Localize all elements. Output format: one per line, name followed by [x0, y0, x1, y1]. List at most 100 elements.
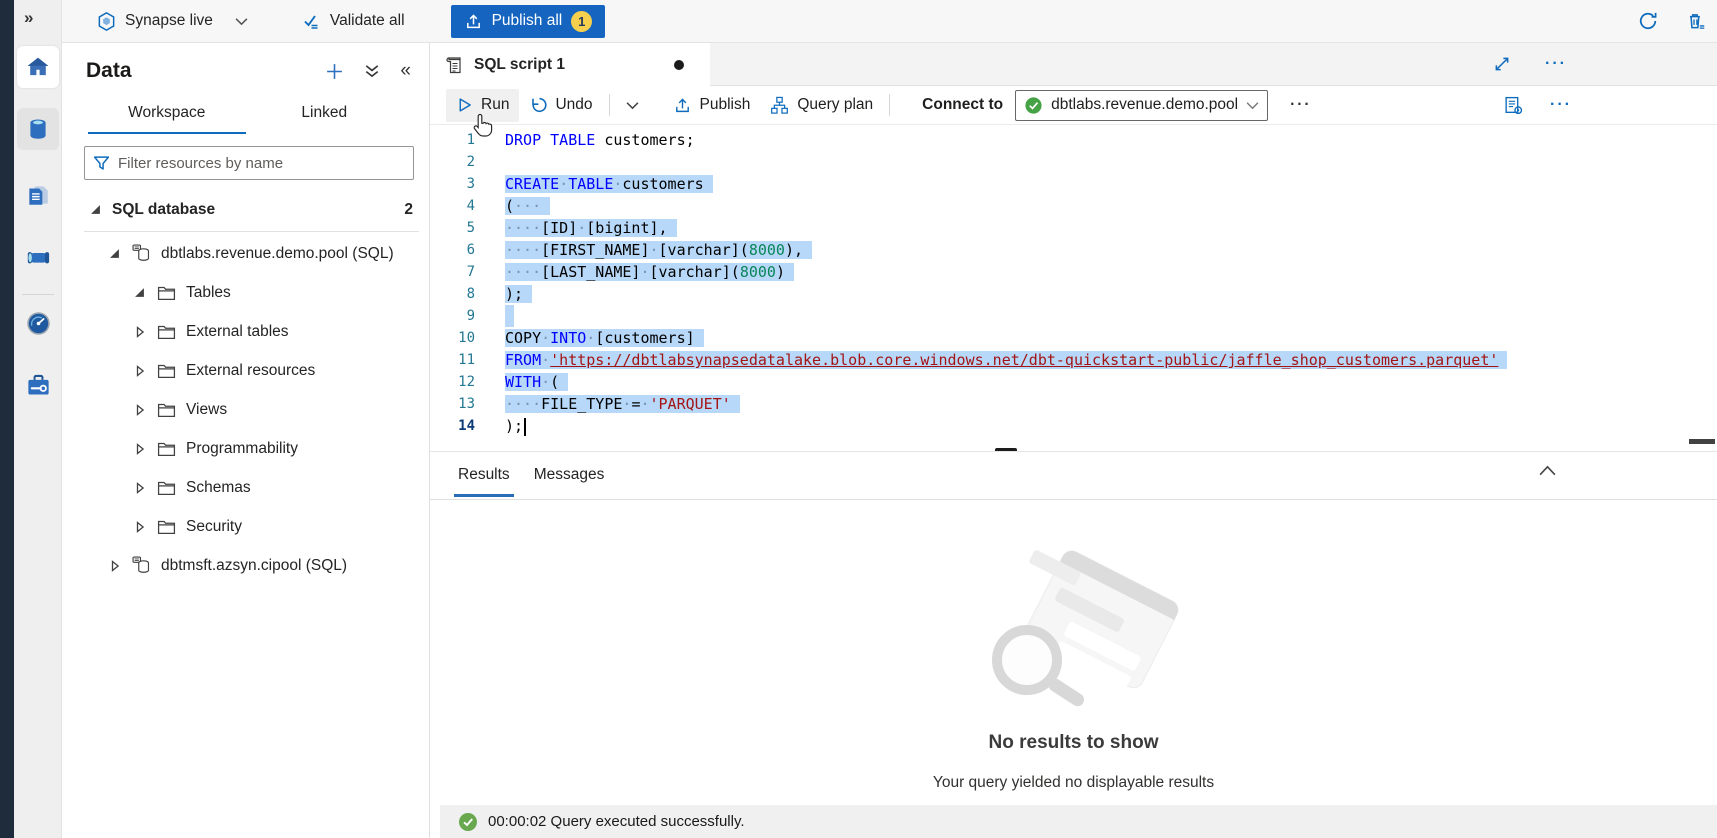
data-explorer-panel: Data « Workspace Linked SQL database2dbt… [62, 43, 430, 838]
results-tab-bar: Results Messages [430, 452, 1717, 500]
query-plan-button[interactable]: Query plan [760, 89, 883, 122]
develop-icon [25, 182, 51, 208]
connect-to-label: Connect to [922, 96, 1003, 114]
expand-all-icon[interactable] [364, 63, 380, 79]
editor-toolbar: Run Undo Publish [430, 86, 1717, 125]
line-number: 2 [430, 151, 505, 173]
tab-title: SQL script 1 [474, 56, 565, 74]
environment-selector[interactable]: Synapse live [96, 11, 248, 32]
expand-arrow-icon[interactable] [132, 443, 146, 455]
collapse-results-icon[interactable] [1538, 464, 1557, 477]
code-line-14[interactable]: 14); [430, 415, 1717, 437]
tree-item-security[interactable]: Security [62, 507, 429, 546]
line-content: COPY·INTO·[customers] [505, 327, 704, 349]
tab-sql-script-1[interactable]: SQL script 1 [430, 43, 710, 86]
sidebar-item-monitor[interactable] [17, 302, 59, 344]
code-line-5[interactable]: 5····[ID]·[bigint], [430, 217, 1717, 239]
expand-editor-icon[interactable] [1493, 55, 1511, 73]
publish-button[interactable]: Publish [663, 89, 761, 122]
folder-icon [156, 441, 176, 457]
refresh-icon[interactable] [1637, 10, 1659, 32]
tab-results[interactable]: Results [454, 454, 514, 497]
folder-icon [156, 324, 176, 340]
code-line-4[interactable]: 4(··· [430, 195, 1717, 217]
sql-code-editor[interactable]: 1DROP TABLE customers;23CREATE·TABLE·cus… [430, 125, 1717, 452]
tree-item-external-resources[interactable]: External resources [62, 351, 429, 390]
tree-item-views[interactable]: Views [62, 390, 429, 429]
code-line-1[interactable]: 1DROP TABLE customers; [430, 129, 1717, 151]
expand-arrow-icon[interactable] [132, 404, 146, 416]
sql-script-icon [444, 54, 464, 76]
collapse-panel-icon[interactable]: « [400, 60, 411, 82]
sidebar-item-integrate[interactable] [17, 236, 59, 278]
code-line-3[interactable]: 3CREATE·TABLE·customers [430, 173, 1717, 195]
tree-item-dbtmsft-azsyn-cipool-sql[interactable]: dbtmsft.azsyn.cipool (SQL) [62, 546, 429, 585]
line-number: 5 [430, 217, 505, 239]
run-options-chevron[interactable] [616, 89, 649, 122]
success-check-icon [458, 812, 478, 832]
tree-item-dbtlabs-revenue-demo-pool-sql[interactable]: dbtlabs.revenue.demo.pool (SQL) [62, 234, 429, 273]
code-line-13[interactable]: 13····FILE_TYPE·=·'PARQUET' [430, 393, 1717, 415]
line-number: 4 [430, 195, 505, 217]
code-line-6[interactable]: 6····[FIRST_NAME]·[varchar](8000), [430, 239, 1717, 261]
expand-arrow-icon[interactable] [132, 521, 146, 533]
tab-linked[interactable]: Linked [246, 95, 404, 134]
code-line-10[interactable]: 10COPY·INTO·[customers] [430, 327, 1717, 349]
code-line-9[interactable]: 9 [430, 305, 1717, 327]
add-icon[interactable] [325, 62, 344, 81]
code-line-2[interactable]: 2 [430, 151, 1717, 173]
expand-arrow-icon[interactable] [132, 326, 146, 338]
unsaved-indicator [674, 60, 684, 70]
validate-icon [302, 11, 322, 31]
delete-icon[interactable] [1685, 10, 1707, 32]
folder-icon [156, 285, 176, 301]
code-line-11[interactable]: 11FROM·'https://dbtlabsynapsedatalake.bl… [430, 349, 1717, 371]
line-number: 7 [430, 261, 505, 283]
toolbar-more-icon[interactable]: ··· [1290, 96, 1312, 114]
undo-button[interactable]: Undo [519, 89, 602, 122]
line-number: 9 [430, 305, 505, 327]
code-line-8[interactable]: 8); [430, 283, 1717, 305]
scrollbar-thumb[interactable] [1689, 439, 1715, 444]
sidebar-item-manage[interactable] [17, 364, 59, 406]
tree-item-label: Tables [186, 284, 231, 302]
collapse-arrow-icon[interactable] [107, 248, 121, 259]
gauge-icon [25, 310, 52, 337]
collapse-arrow-icon[interactable] [88, 204, 102, 215]
document-tab-bar: SQL script 1 ··· [430, 43, 1717, 86]
pool-selector-dropdown[interactable]: dbtlabs.revenue.demo.pool [1015, 90, 1268, 121]
tree-item-tables[interactable]: Tables [62, 273, 429, 312]
line-content: ); [505, 283, 532, 305]
expand-arrow-icon[interactable] [107, 560, 121, 572]
expand-arrow-icon[interactable] [132, 365, 146, 377]
code-line-12[interactable]: 12WITH·( [430, 371, 1717, 393]
sidebar-item-data[interactable] [17, 108, 59, 150]
tab-more-icon[interactable]: ··· [1545, 55, 1567, 73]
line-content: (··· [505, 195, 550, 217]
editor-more-icon[interactable]: ··· [1550, 96, 1572, 114]
line-number: 6 [430, 239, 505, 261]
code-line-7[interactable]: 7····[LAST_NAME]·[varchar](8000) [430, 261, 1717, 283]
sidebar-item-home[interactable] [17, 46, 59, 88]
publish-all-button[interactable]: Publish all 1 [451, 5, 606, 38]
validate-all-button[interactable]: Validate all [302, 11, 405, 31]
run-label: Run [481, 96, 509, 114]
sidebar-item-develop[interactable] [17, 174, 59, 216]
expand-rail-button[interactable]: » [24, 8, 33, 28]
tree-item-schemas[interactable]: Schemas [62, 468, 429, 507]
line-content: CREATE·TABLE·customers [505, 173, 713, 195]
tab-messages[interactable]: Messages [530, 454, 609, 497]
expand-arrow-icon[interactable] [132, 482, 146, 494]
pool-status-icon [1024, 96, 1043, 115]
tab-workspace[interactable]: Workspace [88, 95, 246, 134]
run-button[interactable]: Run [446, 89, 519, 122]
tree-item-sql-database[interactable]: SQL database2 [62, 190, 429, 229]
filter-resources-input[interactable] [118, 155, 405, 172]
properties-icon[interactable] [1503, 95, 1524, 116]
text-caret [524, 418, 526, 436]
tree-item-programmability[interactable]: Programmability [62, 429, 429, 468]
line-number: 8 [430, 283, 505, 305]
collapse-arrow-icon[interactable] [132, 287, 146, 298]
tree-item-external-tables[interactable]: External tables [62, 312, 429, 351]
editor-main-area: SQL script 1 ··· Run Undo [430, 43, 1717, 838]
